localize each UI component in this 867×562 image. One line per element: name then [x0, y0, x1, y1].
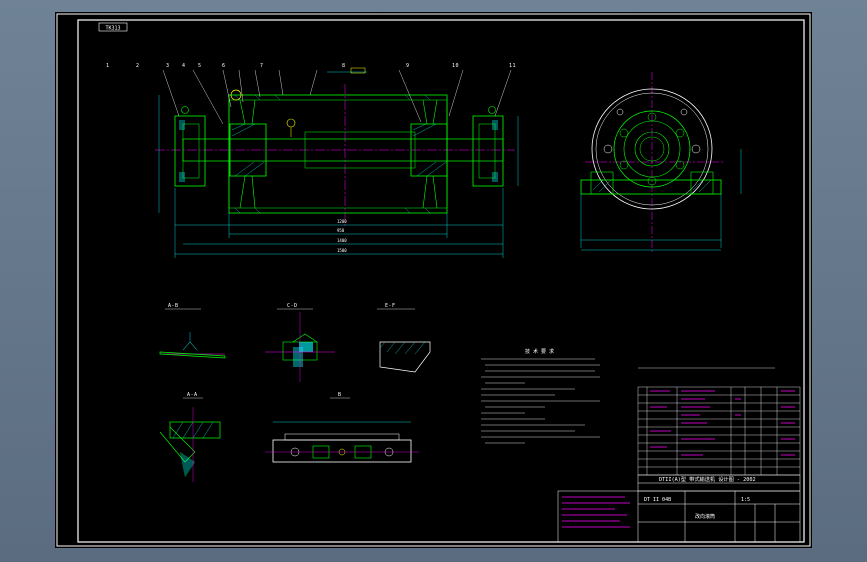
- detail-view-weld-1: [159, 308, 226, 359]
- parts-list-table: [637, 367, 801, 476]
- title-block: [557, 474, 801, 543]
- drawing-number: DT II 04B: [644, 497, 671, 503]
- part-balloon-8: 8: [342, 63, 346, 69]
- section-label-ef: E-F: [385, 303, 396, 309]
- notes-title: 技 术 要 求: [525, 348, 554, 355]
- title-main: DTII(A)型 带式输送机 设计图 - 2002: [659, 475, 756, 483]
- part-balloon-10: 10: [452, 63, 460, 69]
- part-balloon-7: 7: [260, 63, 264, 69]
- part-balloon-9: 9: [406, 63, 410, 69]
- pulley-end-view: [580, 72, 742, 252]
- section-label-aa: A-A: [187, 392, 198, 398]
- detail-view-4: [159, 397, 221, 482]
- svg-text:1200: 1200: [337, 219, 347, 224]
- pulley-section-view: 1200 950 1400 1500: [155, 67, 519, 258]
- drawing-name: 改向滚筒: [695, 513, 715, 520]
- part-balloon-4: 4: [182, 63, 186, 69]
- detail-view-base-plate: [265, 397, 419, 463]
- svg-text:1500: 1500: [337, 248, 347, 253]
- part-balloon-2: 2: [136, 63, 140, 69]
- cad-drawing: TK313 1200950 14001500 技 术 要 求 DTII(A)型 …: [56, 13, 811, 547]
- technical-notes: 技 术 要 求: [481, 348, 600, 444]
- part-balloon-3: 3: [166, 63, 170, 69]
- outer-border: [56, 13, 811, 547]
- code-box-text: TK313: [105, 26, 120, 32]
- drawing-sheet: TK313 1200 950 1400 1500 技 术 要 求 DTII(A)…: [55, 12, 812, 548]
- detail-view-3: [377, 308, 431, 373]
- part-balloon-1: 1: [106, 63, 110, 69]
- part-balloon-11: 11: [509, 63, 517, 69]
- part-balloon-5: 5: [198, 63, 202, 69]
- detail-view-weld-2: [265, 308, 335, 382]
- svg-text:1400: 1400: [337, 238, 347, 243]
- section-label-ab: A-B: [168, 303, 179, 309]
- drawing-scale: 1:5: [741, 497, 750, 503]
- section-label-cd: C-D: [287, 303, 298, 309]
- svg-text:950: 950: [337, 228, 345, 233]
- part-balloon-6: 6: [222, 63, 226, 69]
- section-label-b: B: [338, 392, 342, 398]
